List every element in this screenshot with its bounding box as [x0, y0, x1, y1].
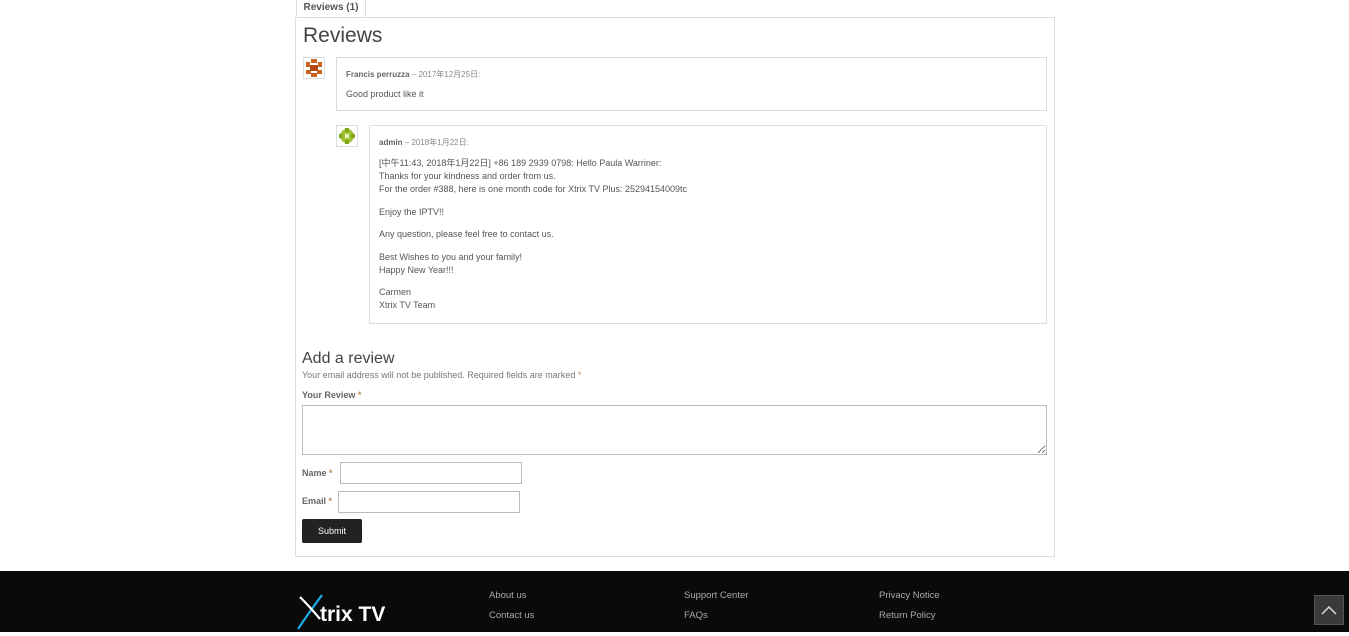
- footer-link-about[interactable]: About us: [489, 590, 527, 601]
- comment-meta: Francis perruzza – 2017年12月25日:: [346, 69, 480, 80]
- identicon-icon: [337, 126, 357, 146]
- comment-paragraph: [中午11:43, 2018年1月22日] +86 189 2939 0798:…: [379, 158, 688, 194]
- footer-link-privacy[interactable]: Privacy Notice: [879, 590, 940, 601]
- comment-author: Francis perruzza: [346, 70, 410, 79]
- review-label: Your Review *: [302, 390, 362, 400]
- scroll-to-top-button[interactable]: [1314, 595, 1344, 625]
- comment-text: [中午11:43, 2018年1月22日] +86 189 2939 0798:…: [379, 157, 687, 322]
- name-label: Name *: [302, 468, 333, 478]
- comment-paragraph: Best Wishes to you and your family! Happ…: [379, 251, 523, 275]
- footer-link-support[interactable]: Support Center: [684, 590, 748, 601]
- footer-link-contact[interactable]: Contact us: [489, 610, 534, 621]
- name-field[interactable]: [340, 462, 522, 484]
- add-review-heading: Add a review: [302, 350, 395, 367]
- reviews-heading: Reviews: [303, 24, 383, 47]
- avatar: [336, 125, 358, 147]
- submit-button[interactable]: Submit: [302, 519, 362, 543]
- identicon-icon: [304, 58, 324, 78]
- review-textarea[interactable]: [302, 405, 1047, 455]
- email-label: Email *: [302, 496, 333, 506]
- comment-author: admin: [379, 138, 403, 147]
- site-footer: [0, 571, 1349, 632]
- footer-link-faqs[interactable]: FAQs: [684, 610, 708, 621]
- xtrix-tv-logo[interactable]: trix TV: [296, 589, 406, 636]
- comment-meta: admin – 2018年1月22日:: [379, 137, 469, 148]
- comment-date: – 2018年1月22日:: [404, 138, 469, 147]
- email-field[interactable]: [338, 491, 520, 513]
- logo-text: trix TV: [320, 603, 385, 626]
- comment-text: Good product like it: [346, 88, 424, 111]
- comment-paragraph: Enjoy the IPTV!!: [379, 206, 445, 217]
- tab-reviews[interactable]: Reviews (1): [296, 0, 366, 17]
- comment-date: – 2017年12月25日:: [411, 70, 481, 79]
- comment-paragraph: Good product like it: [346, 89, 424, 99]
- form-note: Your email address will not be published…: [302, 370, 582, 380]
- comment-box: [336, 57, 1047, 111]
- avatar: [303, 57, 325, 79]
- comment-paragraph: Carmen Xtrix TV Team: [379, 287, 436, 310]
- footer-link-returns[interactable]: Return Policy: [879, 610, 936, 621]
- comment-paragraph: Any question, please feel free to contac…: [379, 229, 554, 239]
- chevron-up-icon: [1321, 605, 1337, 615]
